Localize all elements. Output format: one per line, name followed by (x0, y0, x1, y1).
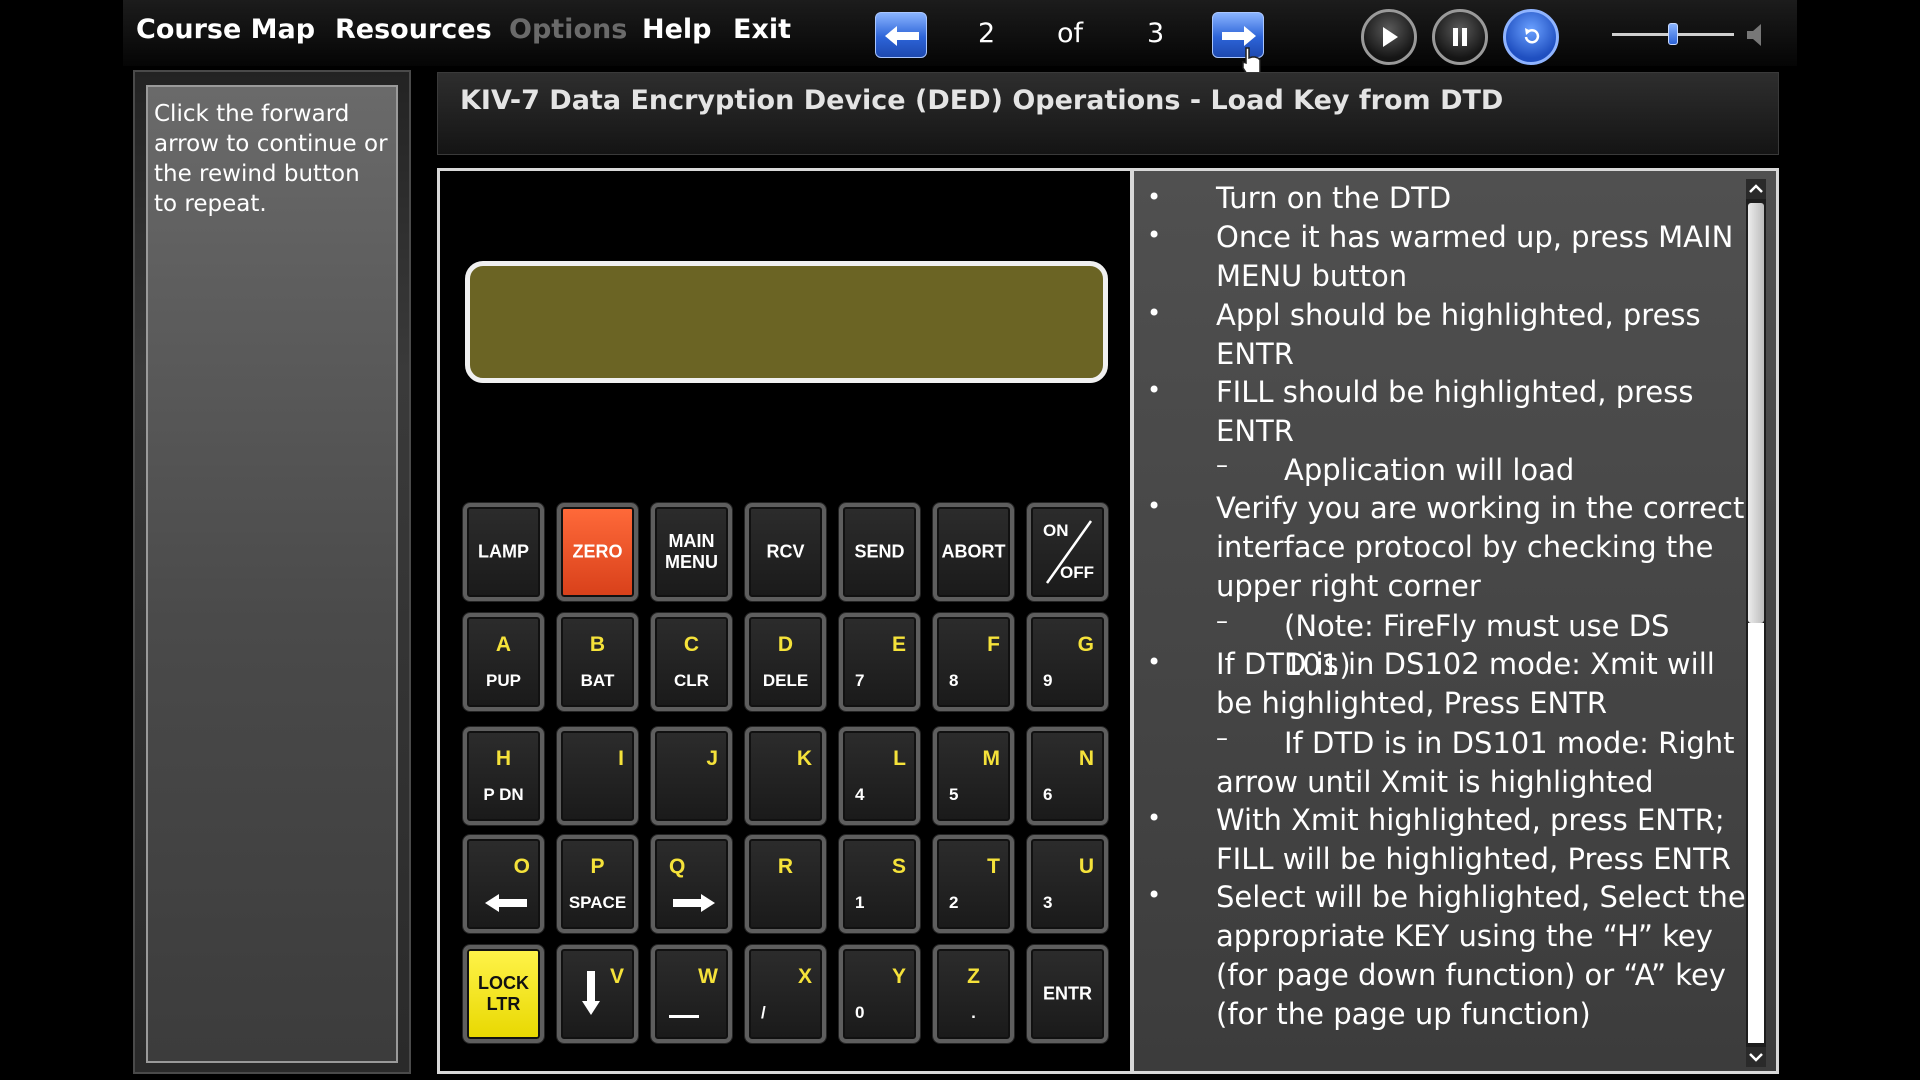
down-arrow-icon (582, 971, 600, 1015)
navigation-instruction: Click the forward arrow to continue or t… (154, 101, 388, 217)
key-lock-ltr[interactable]: LOCK LTR (463, 945, 544, 1043)
bullet: • (1147, 376, 1162, 404)
substep-3: If DTD is in DS101 mode: Right arrow unt… (1216, 726, 1735, 799)
menu-resources[interactable]: Resources (335, 14, 492, 45)
scroll-down-button[interactable] (1746, 1047, 1766, 1067)
key-f-8[interactable]: F8 (933, 613, 1014, 711)
bullet: • (1147, 881, 1162, 909)
key-entr[interactable]: ENTR (1027, 945, 1108, 1043)
key-rcv[interactable]: RCV (745, 503, 826, 601)
right-arrow-icon (673, 894, 715, 912)
substep-1: Application will load (1284, 453, 1575, 487)
key-lamp[interactable]: LAMP (463, 503, 544, 601)
menu-course-map[interactable]: Course Map (136, 14, 315, 45)
scrollbar-thumb[interactable] (1748, 203, 1764, 623)
key-a-pup[interactable]: A PUP (463, 613, 544, 711)
key-u-3[interactable]: U3 (1027, 835, 1108, 933)
bullet: • (1147, 183, 1162, 211)
bullet: • (1147, 648, 1162, 676)
key-b-bat[interactable]: B BAT (557, 613, 638, 711)
key-j[interactable]: J (651, 727, 732, 825)
step-5: Verify you are working in the correct in… (1216, 491, 1745, 603)
left-arrow-icon (485, 894, 527, 912)
page-total: 3 (1147, 18, 1165, 49)
step-4: FILL should be highlighted, press ENTR (1216, 375, 1694, 448)
step-2: Once it has warmed up, press MAIN MENU b… (1216, 220, 1734, 293)
key-y-0[interactable]: Y0 (839, 945, 920, 1043)
key-send[interactable]: SEND (839, 503, 920, 601)
key-c-clr[interactable]: C CLR (651, 613, 732, 711)
device-panel: LAMP ZERO MAIN MENU RCV SEND ABORT ON OF… (437, 168, 1132, 1074)
chevron-down-icon (1749, 1053, 1763, 1062)
pause-button[interactable] (1432, 9, 1488, 65)
key-n-6[interactable]: N6 (1027, 727, 1108, 825)
instruction-text-panel: • Turn on the DTD • Once it has warmed u… (1132, 168, 1779, 1074)
key-t-2[interactable]: T2 (933, 835, 1014, 933)
page-title: KIV-7 Data Encryption Device (DED) Opera… (460, 85, 1504, 116)
key-w-underscore[interactable]: W (651, 945, 732, 1043)
step-6: If DTD is in DS102 mode: Xmit will be hi… (1216, 647, 1715, 720)
page-current: 2 (978, 18, 996, 49)
volume-slider-thumb[interactable] (1668, 23, 1678, 45)
bullet: • (1147, 492, 1162, 520)
key-v-down-arrow[interactable]: V (557, 945, 638, 1043)
key-l-4[interactable]: L4 (839, 727, 920, 825)
key-g-9[interactable]: G9 (1027, 613, 1108, 711)
page-of: of (1057, 18, 1084, 49)
key-k[interactable]: K (745, 727, 826, 825)
key-e-7[interactable]: E7 (839, 613, 920, 711)
chevron-up-icon (1749, 184, 1763, 193)
key-i[interactable]: I (557, 727, 638, 825)
speaker-icon[interactable] (1745, 20, 1767, 50)
key-r[interactable]: R (745, 835, 826, 933)
key-zero[interactable]: ZERO (557, 503, 638, 601)
step-3: Appl should be highlighted, press ENTR (1216, 298, 1701, 371)
lcd-display (465, 261, 1108, 383)
menu-options: Options (509, 14, 628, 45)
key-m-5[interactable]: M5 (933, 727, 1014, 825)
bullet: • (1147, 299, 1162, 327)
pause-icon (1453, 28, 1467, 46)
scroll-up-button[interactable] (1746, 179, 1766, 199)
key-o-left-arrow[interactable]: O (463, 835, 544, 933)
back-button[interactable] (875, 12, 927, 58)
bullet: • (1147, 804, 1162, 832)
left-panel: Click the forward arrow to continue or t… (133, 70, 411, 1074)
back-arrow-icon (885, 26, 919, 46)
dash: – (1216, 451, 1228, 479)
key-p-space[interactable]: P SPACE (557, 835, 638, 933)
underscore-icon (669, 1015, 699, 1018)
key-d-dele[interactable]: D DELE (745, 613, 826, 711)
key-q-right-arrow[interactable]: Q (651, 835, 732, 933)
menu-help[interactable]: Help (642, 14, 712, 45)
key-on-off[interactable]: ON OFF (1027, 503, 1108, 601)
replay-button[interactable] (1503, 9, 1559, 65)
step-7: With Xmit highlighted, press ENTR; FILL … (1216, 803, 1731, 876)
scrollbar-lower-track[interactable] (1748, 623, 1764, 1043)
step-1: Turn on the DTD (1216, 181, 1452, 215)
bullet: • (1147, 221, 1162, 249)
title-bar: KIV-7 Data Encryption Device (DED) Opera… (437, 72, 1779, 155)
key-s-1[interactable]: S1 (839, 835, 920, 933)
key-main-menu[interactable]: MAIN MENU (651, 503, 732, 601)
key-abort[interactable]: ABORT (933, 503, 1014, 601)
key-z-dot[interactable]: Z. (933, 945, 1014, 1043)
key-x-slash[interactable]: X / (745, 945, 826, 1043)
play-button[interactable] (1361, 9, 1417, 65)
step-8: Select will be highlighted, Select the a… (1216, 880, 1746, 1031)
instruction-box: Click the forward arrow to continue or t… (146, 85, 398, 1063)
play-icon (1383, 27, 1398, 47)
menu-exit[interactable]: Exit (733, 14, 791, 45)
replay-icon (1524, 28, 1540, 44)
dash: – (1216, 607, 1228, 635)
key-h-pdn[interactable]: HP DN (463, 727, 544, 825)
